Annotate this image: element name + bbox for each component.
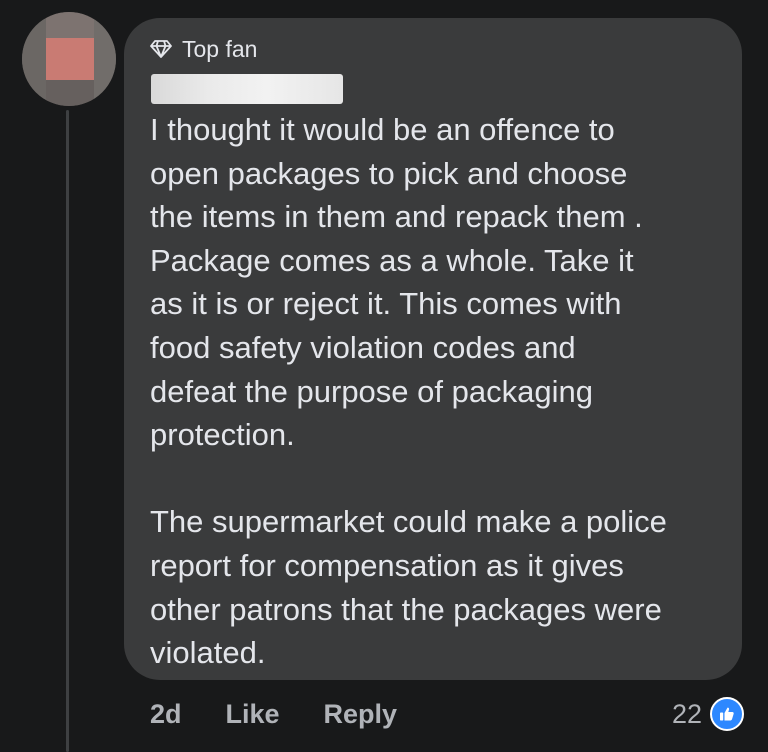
comment-paragraph: I thought it would be an offence to open… bbox=[150, 112, 643, 453]
reply-button[interactable]: Reply bbox=[324, 699, 398, 730]
reaction-summary[interactable]: 22 bbox=[672, 694, 744, 734]
redacted-author-name[interactable] bbox=[151, 74, 343, 104]
comment-paragraph: The supermarket could make a police repo… bbox=[150, 504, 667, 671]
thread-line bbox=[66, 110, 69, 752]
comment-actions: 2d Like Reply bbox=[150, 694, 397, 734]
timestamp[interactable]: 2d bbox=[150, 699, 182, 730]
thumbs-up-icon bbox=[710, 697, 744, 731]
badge-label: Top fan bbox=[182, 35, 258, 62]
reaction-count: 22 bbox=[671, 698, 702, 729]
avatar[interactable] bbox=[22, 12, 116, 106]
diamond-icon bbox=[150, 39, 172, 59]
comment-text: I thought it would be an offence to open… bbox=[150, 108, 740, 675]
like-button[interactable]: Like bbox=[226, 699, 280, 730]
top-fan-badge: Top fan bbox=[150, 34, 257, 64]
